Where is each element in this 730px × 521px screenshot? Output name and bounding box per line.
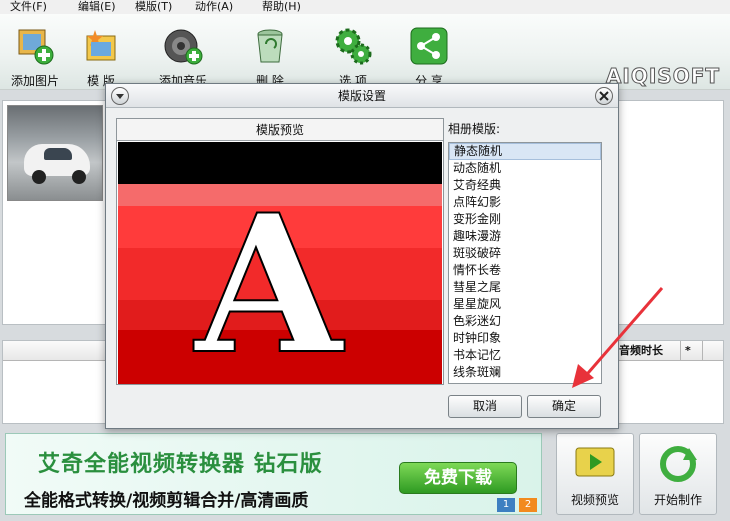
start-button[interactable]: 开始制作: [639, 433, 717, 515]
template-list-item[interactable]: 艾奇经典: [449, 177, 601, 194]
banner-title: 艾奇全能视频转换器 钻石版: [38, 452, 323, 477]
menu-template[interactable]: 模版(T): [135, 0, 172, 13]
ad-banner[interactable]: 艾奇全能视频转换器 钻石版 全能格式转换/视频剪辑合并/高清画质 免费下载 1 …: [5, 433, 542, 515]
annotation-arrow-icon: [572, 287, 664, 388]
banner-subtitle: 全能格式转换/视频剪辑合并/高清画质: [24, 491, 309, 511]
template-settings-dialog: 模版设置 模版预览 A 相册模版: 静态随机 动态随机 艾奇经典 点阵幻影 变形金刚 趣味…: [105, 83, 619, 429]
video-preview-button[interactable]: 视频预览: [556, 433, 634, 515]
photo-thumbnail[interactable]: [7, 105, 103, 201]
toolbar: 添加图片 模 版 添加音乐 删 除 选 项 分 享 AIQISOFT: [0, 14, 730, 90]
gear-icon: [333, 26, 373, 66]
dialog-title: 模版设置: [337, 89, 386, 103]
ok-button[interactable]: 确定: [527, 395, 601, 418]
share-icon: [409, 26, 449, 66]
start-label: 开始制作: [653, 493, 702, 507]
banner-page-1[interactable]: 1: [497, 498, 515, 512]
add-music-button[interactable]: 添加音乐: [148, 26, 218, 88]
menu-edit[interactable]: 编辑(E): [78, 0, 116, 13]
wheel-shape: [32, 170, 46, 184]
template-button[interactable]: 模 版: [66, 26, 136, 88]
col-spacer: [702, 341, 723, 361]
dialog-titlebar[interactable]: 模版设置: [106, 84, 618, 108]
free-download-button[interactable]: 免费下载: [399, 462, 517, 494]
preview-header: 模版预览: [117, 119, 443, 141]
speaker-icon: [163, 26, 203, 66]
brand-logo: AIQISOFT: [605, 64, 720, 89]
template-list-item[interactable]: 情怀长卷: [449, 262, 601, 279]
banner-page-2[interactable]: 2: [519, 498, 537, 512]
col-star[interactable]: *: [680, 341, 702, 361]
close-icon: [599, 91, 609, 101]
video-preview-label: 视频预览: [570, 493, 619, 507]
template-list-item[interactable]: 斑驳破碎: [449, 245, 601, 262]
menu-action[interactable]: 动作(A): [195, 0, 233, 13]
delete-button[interactable]: 删 除: [235, 26, 305, 88]
refresh-icon: [660, 446, 697, 482]
wheel-shape: [72, 170, 86, 184]
template-list-item[interactable]: 动态随机: [449, 160, 601, 177]
template-list-item[interactable]: 变形金刚: [449, 211, 601, 228]
dialog-close-button[interactable]: [595, 87, 613, 105]
template-icon: [81, 26, 121, 66]
template-preview: 模版预览 A: [116, 118, 444, 385]
template-list-label: 相册模版:: [448, 122, 501, 136]
add-picture-label: 添加图片: [10, 74, 59, 88]
share-button[interactable]: 分 享: [394, 26, 464, 88]
cancel-button[interactable]: 取消: [448, 395, 522, 418]
template-list-item[interactable]: 静态随机: [449, 143, 601, 160]
menu-help[interactable]: 帮助(H): [262, 0, 301, 13]
template-list-item[interactable]: 趣味漫游: [449, 228, 601, 245]
menu-file[interactable]: 文件(F): [10, 0, 47, 13]
preview-letter: A: [194, 173, 343, 396]
template-list-item[interactable]: 点阵幻影: [449, 194, 601, 211]
trash-icon: [250, 26, 290, 66]
options-button[interactable]: 选 项: [318, 26, 388, 88]
film-icon: [575, 447, 615, 477]
add-picture-button[interactable]: 添加图片: [0, 26, 70, 88]
add-picture-icon: [15, 26, 55, 66]
menu-bar: 文件(F) 编辑(E) 模版(T) 动作(A) 帮助(H): [0, 0, 730, 14]
